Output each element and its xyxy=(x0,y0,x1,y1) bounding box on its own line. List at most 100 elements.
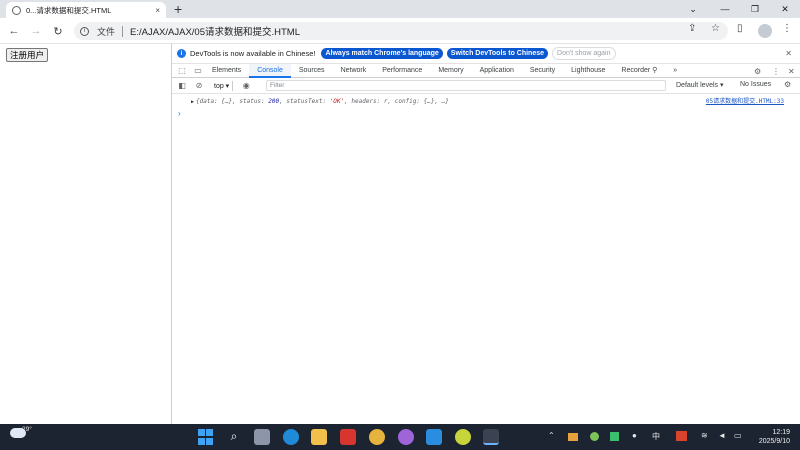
tab-title: 0...请求数据和提交.HTML xyxy=(26,5,112,15)
devtools-close-icon[interactable]: ✕ xyxy=(788,64,795,78)
file-scheme-chip: 文件 xyxy=(97,26,116,37)
inspect-element-icon[interactable]: ⬚ xyxy=(176,64,188,78)
log-source-link[interactable]: 05请求数据和提交.HTML:33 xyxy=(706,97,784,107)
console-filter-input[interactable]: Filter xyxy=(266,80,666,91)
tab-sources[interactable]: Sources xyxy=(291,64,333,78)
tab-memory[interactable]: Memory xyxy=(430,64,471,78)
start-icon[interactable] xyxy=(198,429,214,445)
tab-recorder[interactable]: Recorder ⚲ xyxy=(613,64,665,78)
microphone-icon[interactable]: ● xyxy=(632,431,637,440)
devtools-menu-icon[interactable]: ⋮ xyxy=(772,64,780,78)
forward-icon[interactable]: → xyxy=(28,23,44,39)
site-info-icon[interactable]: i xyxy=(80,26,89,36)
side-panel-icon[interactable]: ▯ xyxy=(737,23,743,34)
context-selector[interactable]: top ▾ xyxy=(214,82,229,90)
console-log-entry[interactable]: ▶ {data: {…}, status: 200, statusText: '… xyxy=(172,97,800,107)
sidebar-toggle-icon[interactable]: ◧ xyxy=(175,78,189,94)
clock-time: 12:19 xyxy=(772,429,790,436)
chrome-app-icon[interactable] xyxy=(369,429,385,445)
temperature: 29° xyxy=(22,426,32,433)
file-explorer-icon[interactable] xyxy=(311,429,327,445)
log-statustext-key: , statusText: xyxy=(279,98,330,105)
tab-network[interactable]: Network xyxy=(333,64,375,78)
console-settings-icon[interactable]: ⚙ xyxy=(784,80,791,89)
tray-nvidia-icon[interactable] xyxy=(610,432,619,441)
live-expression-eye-icon[interactable]: ◉ xyxy=(239,78,253,94)
dont-show-again-button[interactable]: Don't show again xyxy=(552,47,616,60)
tab-performance[interactable]: Performance xyxy=(374,64,430,78)
console-toolbar: ◧ ⊘ top ▾ ◉ Filter Default levels ▾ No I… xyxy=(172,78,800,94)
vscode-icon[interactable] xyxy=(426,429,442,445)
menu-dots-icon[interactable]: ⋮ xyxy=(782,23,792,34)
app-icon[interactable] xyxy=(455,429,471,445)
weather-widget[interactable]: 29° xyxy=(10,426,32,438)
log-text-open: {data: xyxy=(196,98,222,105)
tab-application[interactable]: Application xyxy=(472,64,522,78)
chrome-profile-icon[interactable] xyxy=(398,429,414,445)
more-tabs-icon[interactable]: » xyxy=(665,64,685,78)
tray-overflow-icon[interactable]: ⌃ xyxy=(548,431,555,440)
avatar[interactable] xyxy=(758,24,772,38)
tab-console[interactable]: Console xyxy=(249,63,291,78)
address-divider xyxy=(122,25,124,37)
device-toolbar-icon[interactable]: ▭ xyxy=(192,64,204,78)
share-icon[interactable]: ⇪ xyxy=(688,23,696,34)
tray-wechat-icon[interactable] xyxy=(590,432,599,441)
tab-elements[interactable]: Elements xyxy=(204,64,249,78)
devtools-settings-icon[interactable]: ⚙ xyxy=(754,64,761,78)
tab-search-button[interactable]: ⌄ xyxy=(678,0,708,18)
devtools-panel: i DevTools is now available in Chinese! … xyxy=(171,44,800,424)
system-clock[interactable]: 12:19 2025/9/10 xyxy=(752,428,790,446)
console-prompt[interactable]: › xyxy=(172,109,800,118)
address-bar[interactable]: i 文件 E:/AJAX/AJAX/05请求数据和提交.HTML xyxy=(74,22,728,40)
search-icon[interactable]: ⌕ xyxy=(226,429,242,445)
chrome-active-icon[interactable] xyxy=(483,429,499,445)
toolbar-divider xyxy=(232,80,234,91)
globe-icon xyxy=(12,5,21,15)
expand-triangle-icon[interactable]: ▶ xyxy=(191,97,194,107)
volume-icon[interactable]: ◄ xyxy=(718,431,726,440)
log-data-value: {…} xyxy=(221,98,233,105)
restore-button[interactable]: ❐ xyxy=(740,0,770,18)
info-icon: i xyxy=(177,49,186,58)
devtools-tabbar: ⬚ ▭ Elements Console Sources Network Per… xyxy=(172,63,800,78)
log-status-key: , status: xyxy=(232,98,269,105)
tray-app-icon[interactable] xyxy=(568,433,578,441)
wifi-icon[interactable]: ≋ xyxy=(701,431,708,440)
log-levels-dropdown[interactable]: Default levels ▾ xyxy=(676,81,723,89)
match-language-button[interactable]: Always match Chrome's language xyxy=(321,48,443,59)
back-icon[interactable]: ← xyxy=(6,23,22,39)
switch-language-button[interactable]: Switch DevTools to Chinese xyxy=(446,48,549,59)
wps-icon[interactable] xyxy=(340,429,356,445)
browser-toolbar: ← → ↻ i 文件 E:/AJAX/AJAX/05请求数据和提交.HTML ⇪… xyxy=(0,18,800,44)
minimize-button[interactable]: — xyxy=(710,0,740,18)
bookmark-star-icon[interactable]: ☆ xyxy=(711,23,720,34)
tab-close-icon[interactable]: × xyxy=(155,6,160,15)
tab-security[interactable]: Security xyxy=(522,64,563,78)
battery-icon[interactable]: ▭ xyxy=(734,431,742,440)
task-view-icon[interactable] xyxy=(254,429,270,445)
infobar-close-icon[interactable]: ✕ xyxy=(785,49,792,58)
reload-icon[interactable]: ↻ xyxy=(50,23,66,39)
infobar-message: DevTools is now available in Chinese! xyxy=(190,49,316,58)
page-content: 注册用户 xyxy=(0,44,171,424)
issues-counter[interactable]: No Issues xyxy=(740,81,771,88)
tab-lighthouse[interactable]: Lighthouse xyxy=(563,64,613,78)
browser-tab[interactable]: 0...请求数据和提交.HTML × xyxy=(6,2,166,18)
tab-strip: 0...请求数据和提交.HTML × + ⌄ — ❐ ✕ xyxy=(0,0,800,18)
ime-indicator[interactable]: 中 xyxy=(652,431,660,442)
clear-console-icon[interactable]: ⊘ xyxy=(192,78,206,94)
close-window-button[interactable]: ✕ xyxy=(770,0,800,18)
url-text[interactable]: E:/AJAX/AJAX/05请求数据和提交.HTML xyxy=(130,24,300,38)
language-infobar: i DevTools is now available in Chinese! … xyxy=(172,44,800,64)
sogou-icon[interactable] xyxy=(676,431,687,441)
edge-icon[interactable] xyxy=(283,429,299,445)
register-user-button[interactable]: 注册用户 xyxy=(6,48,49,62)
log-object-preview: {data: {…}, status: 200, statusText: 'OK… xyxy=(196,98,449,105)
log-statustext-value: 'OK' xyxy=(329,98,345,105)
clock-date: 2025/9/10 xyxy=(758,438,790,445)
windows-taskbar: 29° ⌕ ⌃ ● 中 ≋ ◄ ▭ 12:19 2025/9/10 xyxy=(0,424,800,450)
log-text-rest: , headers: r, config: {…}, …} xyxy=(344,98,449,105)
new-tab-button[interactable]: + xyxy=(174,1,182,17)
log-status-value: 200 xyxy=(268,98,280,105)
